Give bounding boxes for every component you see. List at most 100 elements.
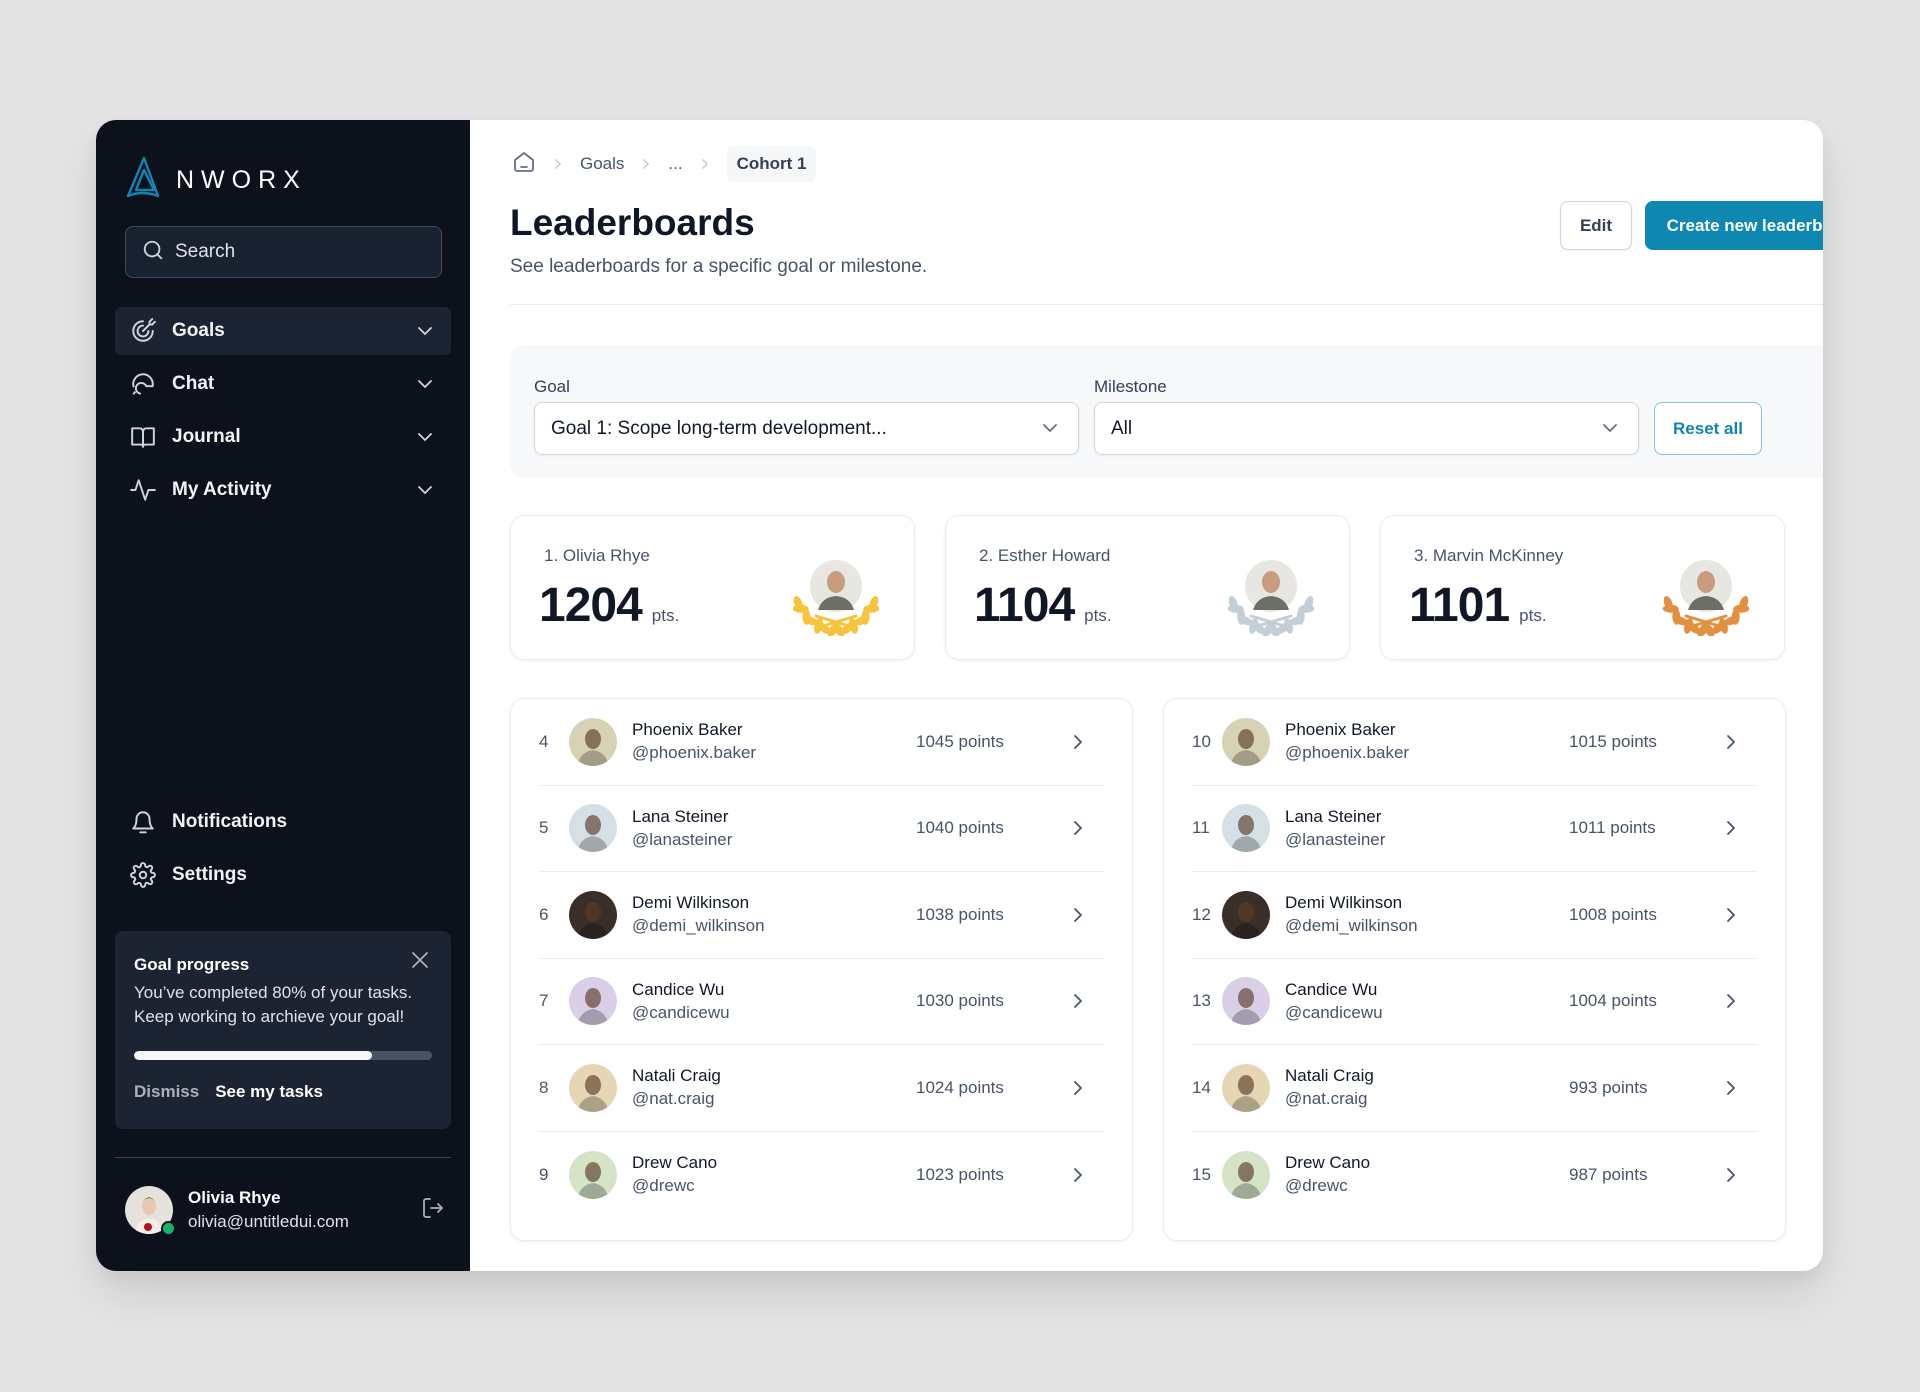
podium-points: 1104 [974,579,1075,632]
user-name: Olivia Rhye [188,1188,281,1207]
sidebar-item-notifications[interactable]: Notifications [115,798,451,846]
row-points: 1024 points [916,1077,1004,1097]
chevron-right-icon[interactable] [1066,820,1090,836]
main-nav: Goals Chat Journal My Activity [115,307,451,519]
leaderboard-row[interactable]: 14 Natali Craig @nat.craig 993 points [1192,1045,1757,1132]
row-rank: 9 [539,1164,549,1184]
home-icon[interactable] [512,150,536,179]
chevron-right-icon [642,158,650,170]
leaderboard-row[interactable]: 10 Phoenix Baker @phoenix.baker 1015 poi… [1192,699,1757,786]
search-icon [142,239,164,266]
row-name: Drew Cano [1285,1153,1371,1173]
row-rank: 8 [539,1077,549,1097]
reset-all-button[interactable]: Reset all [1654,402,1762,455]
sidebar-item-goals[interactable]: Goals [115,307,451,355]
sidebar-item-my-activity[interactable]: My Activity [115,466,451,514]
chevron-right-icon[interactable] [1066,1167,1090,1183]
page-subtitle: See leaderboards for a specific goal or … [510,256,928,277]
chevron-down-icon[interactable] [415,374,435,394]
target-icon [129,317,157,345]
sidebar-item-journal[interactable]: Journal [115,413,451,461]
chevron-down-icon[interactable] [415,480,435,500]
app-window: NWORX Search Goals Chat Journal My Activ… [96,120,1823,1271]
row-handle: @drewc [632,1176,695,1196]
breadcrumb-current[interactable]: Cohort 1 [726,146,817,182]
leaderboard-row[interactable]: 4 Phoenix Baker @phoenix.baker 1045 poin… [539,699,1104,786]
row-points: 1011 points [1569,818,1656,838]
milestone-select-value: All [1111,417,1133,439]
avatar [1222,717,1270,766]
breadcrumb-goals[interactable]: Goals [580,154,624,174]
avatar [569,1063,617,1112]
podium-name: 3. Marvin McKinney [1414,546,1564,565]
leaderboard-row[interactable]: 15 Drew Cano @drewc 987 points [1192,1132,1757,1219]
edit-button[interactable]: Edit [1560,201,1632,250]
chevron-down-icon[interactable] [415,427,435,447]
row-points: 1040 points [916,818,1004,838]
podium-card-1[interactable]: 1. Olivia Rhye 1204 pts. [510,515,915,660]
goal-progress-bar-fill [134,1051,373,1060]
breadcrumb-ellipsis[interactable]: ... [668,154,682,174]
podium-card-2[interactable]: 2. Esther Howard 1104 pts. [945,515,1350,660]
podium-points: 1101 [1409,579,1510,632]
sidebar-item-settings[interactable]: Settings [115,851,451,899]
row-rank: 13 [1192,991,1211,1011]
leaderboard-row[interactable]: 8 Natali Craig @nat.craig 1024 points [539,1045,1104,1132]
row-rank: 14 [1192,1077,1211,1097]
row-name: Drew Cano [632,1153,718,1173]
avatar [1222,977,1270,1026]
podium-card-3[interactable]: 3. Marvin McKinney 1101 pts. [1380,515,1785,660]
secondary-nav: Notifications Settings [115,798,451,904]
user-email: olivia@untitledui.com [188,1212,349,1231]
leaderboard-row[interactable]: 13 Candice Wu @candicewu 1004 points [1192,959,1757,1045]
search-input[interactable]: Search [125,226,442,278]
chevron-right-icon[interactable] [1719,820,1743,836]
logo[interactable]: NWORX [126,156,307,205]
chevron-right-icon[interactable] [1719,1167,1743,1183]
logout-icon[interactable] [421,1196,445,1225]
leaderboard-row[interactable]: 6 Demi Wilkinson @demi_wilkinson 1038 po… [539,872,1104,959]
podium-unit: pts. [651,606,680,625]
dismiss-button[interactable]: Dismiss [134,1082,199,1102]
goal-progress-bar [134,1051,432,1060]
row-rank: 11 [1192,818,1210,838]
milestone-select[interactable]: All [1094,402,1639,455]
chevron-right-icon[interactable] [1066,1080,1090,1096]
avatar [1222,1063,1270,1112]
goal-select[interactable]: Goal 1: Scope long-term development... [534,402,1079,455]
chevron-right-icon[interactable] [1066,734,1090,750]
chevron-right-icon[interactable] [1066,907,1090,923]
leaderboard-row[interactable]: 7 Candice Wu @candicewu 1030 points [539,959,1104,1045]
row-points: 993 points [1569,1077,1648,1097]
row-rank: 7 [539,991,549,1011]
chevron-right-icon[interactable] [1719,993,1743,1009]
leaderboard-row[interactable]: 12 Demi Wilkinson @demi_wilkinson 1008 p… [1192,872,1757,959]
see-my-tasks-button[interactable]: See my tasks [215,1082,323,1102]
leaderboard-row[interactable]: 5 Lana Steiner @lanasteiner 1040 points [539,786,1104,872]
row-points: 1038 points [916,904,1004,924]
sidebar-item-chat[interactable]: Chat [115,360,451,408]
leaderboard-row[interactable]: 11 Lana Steiner @lanasteiner 1011 points [1192,786,1757,872]
search-placeholder: Search [175,241,236,262]
chevron-right-icon[interactable] [1719,734,1743,750]
close-icon[interactable] [411,951,429,974]
row-points: 1030 points [916,991,1004,1011]
leaderboard-row[interactable]: 9 Drew Cano @drewc 1023 points [539,1132,1104,1219]
avatar[interactable] [125,1186,176,1236]
online-status-indicator [161,1221,176,1236]
chat-icon [129,370,157,398]
row-handle: @lanasteiner [632,829,733,849]
row-name: Candice Wu [1285,979,1378,999]
chevron-right-icon[interactable] [1719,907,1743,923]
row-handle: @demi_wilkinson [632,916,765,936]
create-leaderboard-button[interactable]: Create new leaderboard [1645,201,1823,250]
chevron-right-icon[interactable] [1719,1080,1743,1096]
chevron-right-icon[interactable] [1066,993,1090,1009]
sidebar-item-label: Chat [172,373,215,394]
page-title: Leaderboards [510,202,755,243]
chevron-down-icon [1042,420,1058,438]
chevron-down-icon[interactable] [415,321,435,341]
row-handle: @drewc [1285,1176,1348,1196]
podium-name: 1. Olivia Rhye [544,546,650,565]
row-rank: 10 [1192,731,1211,751]
